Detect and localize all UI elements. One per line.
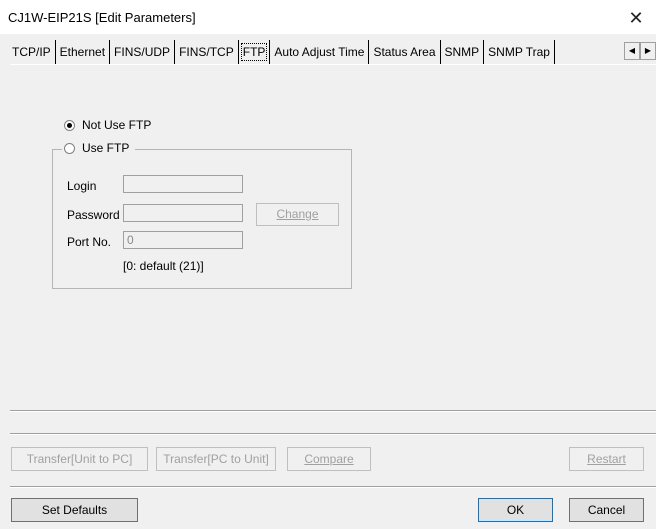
separator [10, 410, 656, 412]
login-label: Login [67, 179, 97, 193]
tab-snmp[interactable]: SNMP [441, 40, 485, 64]
use-ftp-label: Use FTP [82, 141, 130, 155]
scroll-left-icon[interactable]: ◀ [624, 42, 640, 60]
tab-fins-udp[interactable]: FINS/UDP [110, 40, 176, 64]
compare-button[interactable]: Compare [287, 447, 371, 471]
tab-strip: TCP/IP Ethernet FINS/UDP FINS/TCP FTP Au… [10, 40, 656, 64]
tab-auto-adjust-time[interactable]: Auto Adjust Time [270, 40, 370, 64]
not-use-ftp-label: Not Use FTP [82, 118, 152, 132]
login-field[interactable] [123, 175, 243, 193]
ok-button[interactable]: OK [478, 498, 553, 522]
restart-button[interactable]: Restart [569, 447, 644, 471]
tab-ethernet[interactable]: Ethernet [56, 40, 111, 64]
port-field[interactable]: 0 [123, 231, 243, 249]
separator [10, 486, 656, 488]
tab-tcpip[interactable]: TCP/IP [10, 40, 56, 64]
tab-row: TCP/IP Ethernet FINS/UDP FINS/TCP FTP Au… [10, 40, 555, 64]
transfer-unit-to-pc-button[interactable]: Transfer[Unit to PC] [11, 447, 148, 471]
tab-fins-tcp[interactable]: FINS/TCP [175, 40, 239, 64]
window-title: CJ1W-EIP21S [Edit Parameters] [8, 10, 196, 25]
title-bar: CJ1W-EIP21S [Edit Parameters] ✕ [0, 0, 656, 34]
set-defaults-button[interactable]: Set Defaults [11, 498, 138, 522]
close-icon[interactable]: ✕ [616, 0, 656, 34]
port-label: Port No. [67, 235, 112, 249]
not-use-ftp-radio[interactable]: Not Use FTP [64, 118, 151, 132]
tab-status-area[interactable]: Status Area [369, 40, 441, 64]
password-label: Password [67, 208, 120, 222]
use-ftp-radio[interactable]: Use FTP [62, 141, 136, 155]
radio-checked-icon [64, 119, 75, 131]
separator [10, 433, 656, 435]
tab-snmp-trap[interactable]: SNMP Trap [484, 40, 555, 64]
password-field[interactable] [123, 204, 243, 222]
radio-unchecked-icon [64, 142, 75, 154]
tab-divider [10, 64, 656, 65]
port-hint: [0: default (21)] [123, 259, 204, 273]
scroll-right-icon[interactable]: ▶ [640, 42, 656, 60]
tab-scroll-buttons: ◀ ▶ [624, 42, 656, 60]
change-button[interactable]: Change [256, 203, 339, 226]
transfer-pc-to-unit-button[interactable]: Transfer[PC to Unit] [156, 447, 276, 471]
tab-ftp[interactable]: FTP [239, 40, 271, 64]
cancel-button[interactable]: Cancel [569, 498, 644, 522]
